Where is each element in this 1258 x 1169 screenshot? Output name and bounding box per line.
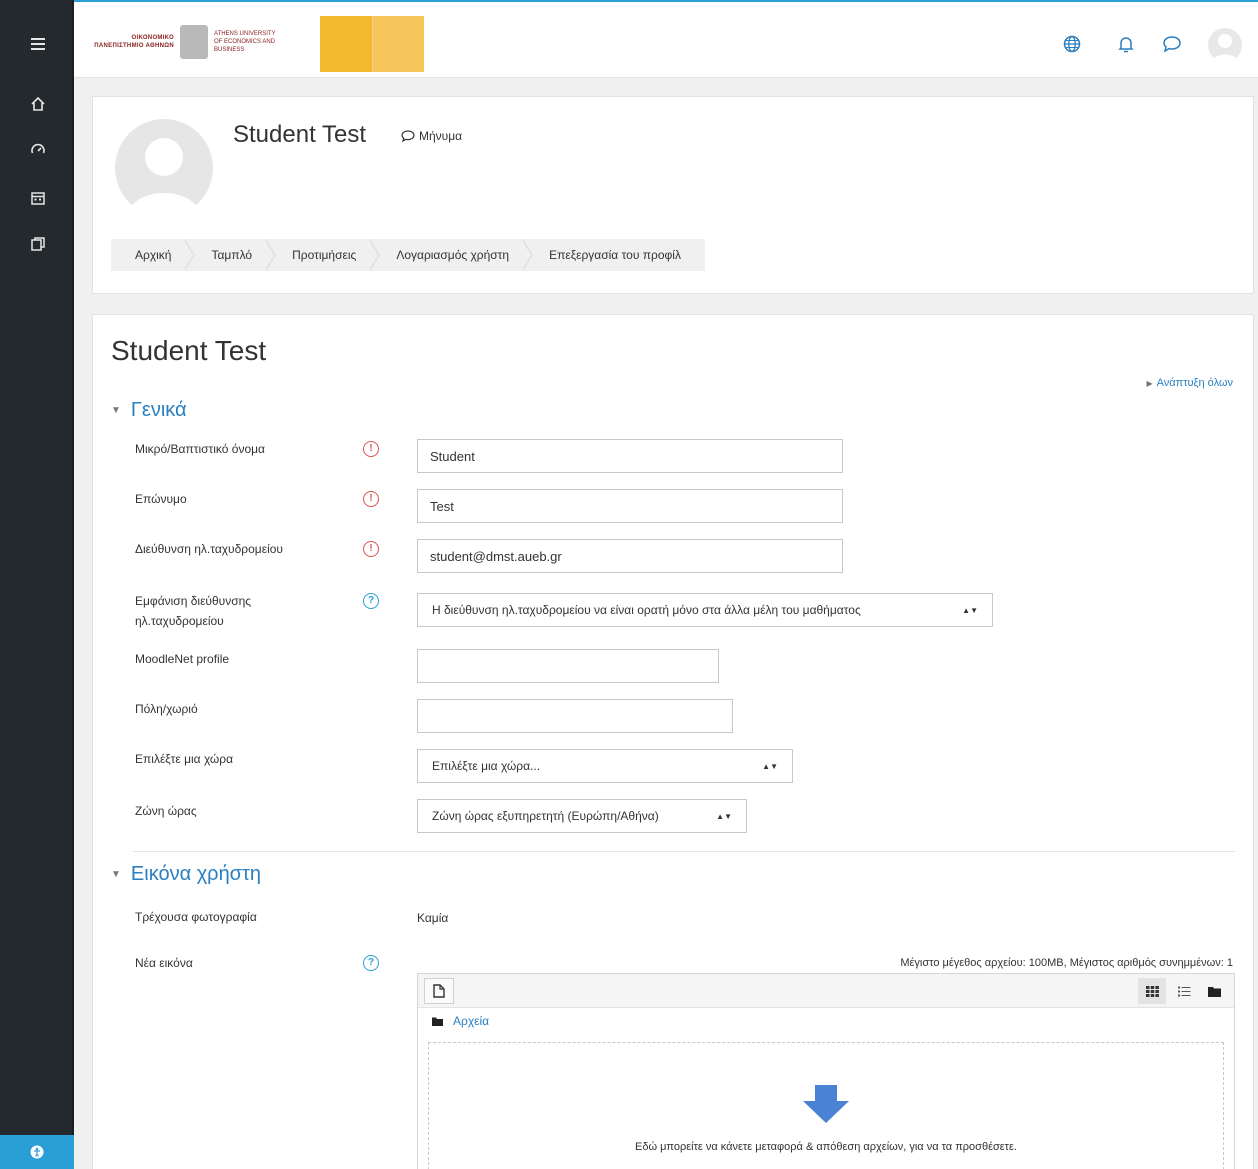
required-icon: ! [363, 441, 379, 457]
country-value: Επιλέξτε μια χώρα... [432, 759, 541, 773]
calendar-icon[interactable] [24, 184, 52, 212]
last-name-label: Επώνυμο [135, 492, 187, 506]
breadcrumb-item-preferences[interactable]: Προτιμήσεις [292, 248, 356, 262]
select-arrow-icon: ▲▼ [962, 605, 978, 615]
last-name-input[interactable] [417, 489, 843, 523]
first-name-label: Μικρό/Βαπτιστικό όνομα [135, 442, 265, 456]
edit-profile-form: Student Test ▶ Ανάπτυξη όλων ▼ Γενικά Μι… [92, 314, 1254, 1169]
caret-down-icon: ▼ [111, 405, 121, 416]
city-input[interactable] [417, 699, 733, 733]
section-picture-heading: Εικόνα χρήστη [130, 863, 262, 885]
email-label: Διεύθυνση ηλ.ταχυδρομείου [135, 542, 283, 556]
messages-icon[interactable] [1160, 32, 1184, 56]
message-button[interactable]: Μήνυμα [401, 129, 462, 143]
select-arrow-icon: ▲▼ [762, 761, 778, 771]
breadcrumb-separator [521, 239, 535, 271]
current-picture-label: Τρέχουσα φωτογραφία [135, 910, 257, 924]
school-logo[interactable] [320, 16, 424, 72]
folder-icon [432, 1017, 443, 1026]
language-icon[interactable] [1060, 32, 1084, 56]
help-icon[interactable]: ? [363, 955, 379, 971]
grid-view-icon[interactable] [1138, 978, 1166, 1004]
menu-toggle-icon[interactable] [24, 30, 52, 58]
email-display-label: Εμφάνιση διεύθυνσης ηλ.ταχυδρομείου [135, 594, 252, 628]
current-picture-value: Καμία [417, 911, 449, 925]
caret-right-icon: ▶ [1146, 378, 1153, 388]
breadcrumb-item-home[interactable]: Αρχική [135, 248, 171, 262]
timezone-select[interactable]: Ζώνη ώρας εξυπηρετητή (Ευρώπη/Αθήνα) ▲▼ [417, 799, 747, 833]
new-picture-label: Νέα εικόνα [135, 956, 193, 970]
breadcrumb-item-edit-profile: Επεξεργασία του προφίλ [549, 248, 681, 262]
message-label: Μήνυμα [419, 129, 463, 143]
breadcrumb-separator [183, 239, 197, 271]
max-size-info: Μέγιστο μέγεθος αρχείου: 100MB, Μέγιστος… [900, 957, 1233, 969]
section-general-toggle[interactable]: ▼ Γενικά [111, 399, 187, 422]
nav-drawer [0, 0, 74, 1169]
file-drop-zone[interactable]: Εδώ μπορείτε να κάνετε μεταφορά & απόθεσ… [428, 1042, 1224, 1169]
first-name-input[interactable] [417, 439, 843, 473]
select-arrow-icon: ▲▼ [716, 811, 732, 821]
timezone-value: Ζώνη ώρας εξυπηρετητή (Ευρώπη/Αθήνα) [432, 809, 659, 823]
drop-zone-text: Εδώ μπορείτε να κάνετε μεταφορά & απόθεσ… [634, 1141, 1017, 1153]
email-input[interactable] [417, 539, 843, 573]
moodlenet-input[interactable] [417, 649, 719, 683]
city-label: Πόλη/χωριό [135, 702, 198, 716]
help-icon[interactable]: ? [363, 593, 379, 609]
accessibility-button[interactable] [0, 1135, 74, 1169]
section-picture-toggle[interactable]: ▼ Εικόνα χρήστη [111, 863, 261, 886]
folder-view-icon[interactable] [1200, 978, 1228, 1004]
file-picker: Αρχεία Εδώ μπορείτε να κάνετε μεταφορά &… [417, 973, 1235, 1169]
email-display-select[interactable]: Η διεύθυνση ηλ.ταχυδρομείου να είναι ορα… [417, 593, 993, 627]
country-select[interactable]: Επιλέξτε μια χώρα... ▲▼ [417, 749, 793, 783]
dashboard-icon[interactable] [24, 136, 52, 164]
breadcrumb: Αρχική Ταμπλό Προτιμήσεις Λογαριασμός χρ… [111, 239, 705, 271]
breadcrumb-item-dashboard[interactable]: Ταμπλό [211, 248, 252, 262]
file-picker-toolbar [418, 974, 1234, 1008]
top-navbar: ΟΙΚΟΝΟΜΙΚΟ ΠΑΝΕΠΙΣΤΗΜΙΟ ΑΘΗΝΩΝ ATHENS UN… [74, 0, 1258, 78]
expand-all-link[interactable]: ▶ Ανάπτυξη όλων [1146, 377, 1233, 389]
expand-all-label: Ανάπτυξη όλων [1156, 377, 1233, 389]
file-path: Αρχεία [432, 1014, 489, 1028]
notification-icon[interactable] [1114, 32, 1138, 56]
country-label: Επιλέξτε μια χώρα [135, 752, 234, 766]
moodlenet-label: MoodleNet profile [135, 652, 230, 666]
caret-down-icon: ▼ [111, 869, 121, 880]
home-icon[interactable] [24, 90, 52, 118]
breadcrumb-separator [368, 239, 382, 271]
section-general-heading: Γενικά [130, 399, 187, 421]
page-title: Student Test [111, 335, 267, 366]
accessibility-icon [30, 1145, 44, 1159]
file-icon [433, 984, 445, 998]
seal-icon [180, 25, 208, 59]
required-icon: ! [363, 541, 379, 557]
files-folder-link[interactable]: Αρχεία [453, 1014, 489, 1028]
profile-header: Student Test Μήνυμα Αρχική Ταμπλό Προτιμ… [92, 96, 1254, 294]
email-display-value: Η διεύθυνση ηλ.ταχυδρομείου να είναι ορα… [432, 603, 861, 617]
download-arrow-icon [803, 1085, 849, 1123]
logo-greek-text: ΟΙΚΟΝΟΜΙΚΟ ΠΑΝΕΠΙΣΤΗΜΙΟ ΑΘΗΝΩΝ [94, 35, 174, 49]
profile-name: Student Test [233, 121, 366, 148]
required-icon: ! [363, 491, 379, 507]
message-icon [401, 130, 415, 142]
breadcrumb-item-account[interactable]: Λογαριασμός χρήστη [396, 248, 509, 262]
school-logo-left [320, 16, 372, 72]
add-file-button[interactable] [424, 978, 454, 1004]
list-view-icon[interactable] [1170, 978, 1198, 1004]
breadcrumb-separator [264, 239, 278, 271]
files-icon[interactable] [24, 230, 52, 258]
user-avatar[interactable] [1208, 28, 1242, 62]
profile-picture [115, 119, 213, 217]
logo-english-text: ATHENS UNIVERSITY OF ECONOMICS AND BUSIN… [214, 31, 276, 53]
timezone-label: Ζώνη ώρας [135, 804, 197, 818]
school-logo-right [371, 16, 424, 72]
aueb-logo[interactable]: ΟΙΚΟΝΟΜΙΚΟ ΠΑΝΕΠΙΣΤΗΜΙΟ ΑΘΗΝΩΝ ATHENS UN… [90, 12, 300, 72]
section-divider [133, 851, 1235, 852]
